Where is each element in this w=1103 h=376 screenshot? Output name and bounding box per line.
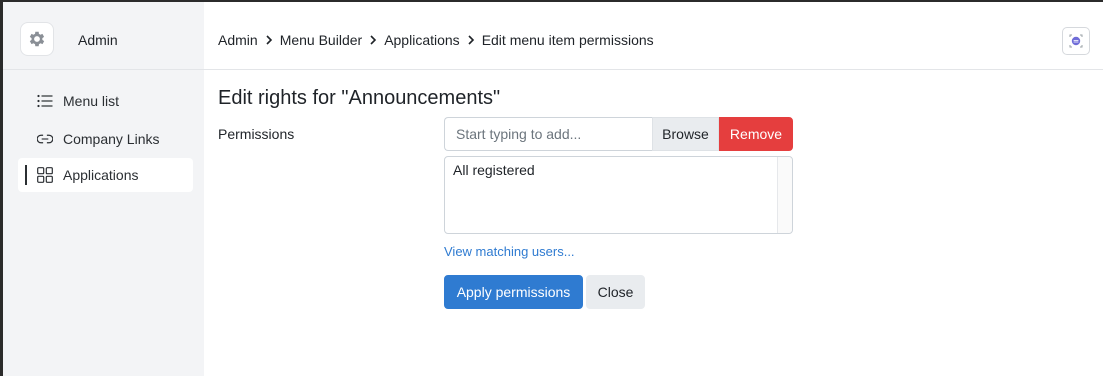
chat-bubble-button[interactable] bbox=[1062, 27, 1090, 55]
view-matching-users-link[interactable]: View matching users... bbox=[444, 244, 575, 259]
browse-button[interactable]: Browse bbox=[652, 117, 719, 151]
breadcrumb: Admin Menu Builder Applications Edit men… bbox=[218, 32, 654, 48]
list-item[interactable]: All registered bbox=[453, 162, 535, 178]
sidebar: Admin Menu list Company Links Applicatio… bbox=[3, 2, 204, 376]
chat-bubble-icon bbox=[1069, 34, 1083, 48]
breadcrumb-item-current: Edit menu item permissions bbox=[481, 32, 654, 48]
permissions-label: Permissions bbox=[218, 126, 295, 142]
permission-search-input[interactable] bbox=[444, 117, 652, 151]
breadcrumb-item-menu-builder[interactable]: Menu Builder bbox=[280, 32, 363, 48]
chevron-right-icon bbox=[266, 35, 272, 45]
active-indicator bbox=[25, 165, 27, 185]
top-header: Admin Menu Builder Applications Edit men… bbox=[204, 2, 1103, 70]
close-button[interactable]: Close bbox=[586, 275, 645, 309]
remove-button[interactable]: Remove bbox=[719, 117, 793, 151]
list-icon bbox=[37, 93, 53, 109]
page-title: Edit rights for "Announcements" bbox=[218, 87, 501, 109]
sidebar-item-label: Company Links bbox=[63, 131, 160, 147]
sidebar-item-label: Menu list bbox=[63, 93, 120, 109]
sidebar-item-menu-list[interactable]: Menu list bbox=[18, 84, 193, 118]
grid-icon bbox=[37, 167, 53, 183]
sidebar-item-label: Applications bbox=[63, 167, 139, 183]
apply-permissions-button[interactable]: Apply permissions bbox=[444, 275, 583, 309]
chevron-right-icon bbox=[468, 35, 474, 45]
breadcrumb-item-admin[interactable]: Admin bbox=[218, 32, 258, 48]
selected-permissions-list[interactable]: All registered bbox=[444, 156, 793, 234]
chevron-right-icon bbox=[370, 35, 377, 45]
breadcrumb-item-applications[interactable]: Applications bbox=[384, 32, 460, 48]
brand-name: Admin bbox=[78, 32, 118, 48]
listbox-scrollbar[interactable] bbox=[777, 157, 792, 233]
sidebar-item-applications[interactable]: Applications bbox=[18, 158, 193, 192]
link-icon bbox=[37, 131, 53, 147]
gear-icon[interactable] bbox=[20, 22, 54, 56]
sidebar-item-company-links[interactable]: Company Links bbox=[18, 122, 193, 156]
brand-header: Admin bbox=[3, 2, 204, 70]
